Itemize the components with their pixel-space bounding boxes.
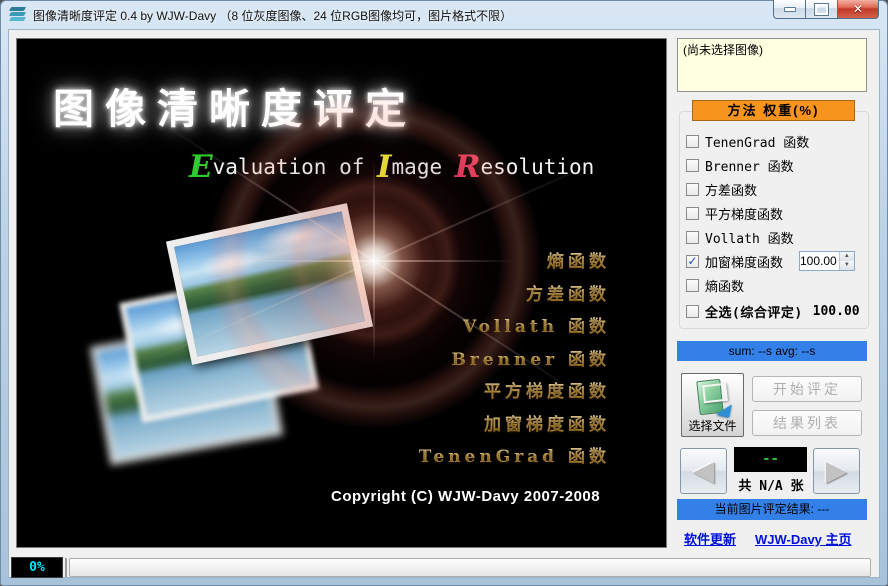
sum-avg-bar: sum: --s avg: --s	[677, 341, 867, 361]
checkbox-brenner[interactable]	[686, 159, 699, 172]
method-row: ✓ 加窗梯度函数	[686, 253, 783, 269]
image-count-label: 共 N/A 张	[730, 475, 812, 494]
sharp-photo-front	[166, 203, 373, 365]
checkbox-entropy[interactable]	[686, 279, 699, 292]
arrow-left-icon: ◀	[693, 457, 715, 485]
image-display: 图像清晰度评定 Evaluation of Image Resolution 熵…	[16, 38, 667, 548]
results-list-button[interactable]: 结果列表	[752, 410, 862, 436]
title-bar[interactable]: 图像清晰度评定 0.4 by WJW-Davy （8 位灰度图像、24 位RGB…	[0, 0, 888, 29]
function-item: TenenGrad 函数	[419, 441, 610, 474]
app-icon	[10, 7, 27, 22]
image-info-box: (尚未选择图像)	[677, 38, 867, 92]
weight-spinner[interactable]: 100.00 ▲ ▼	[799, 251, 855, 271]
image-index-lcd: --	[734, 447, 807, 472]
open-folder-icon	[694, 378, 732, 416]
close-icon: ✕	[853, 2, 863, 16]
method-label: TenenGrad 函数	[705, 132, 809, 151]
select-all-row: 全选(综合评定) 100.00	[686, 303, 860, 319]
next-image-button[interactable]: ▶	[813, 448, 860, 494]
select-all-value: 100.00	[813, 304, 860, 319]
start-evaluation-button[interactable]: 开始评定	[752, 376, 862, 402]
method-row: Vollath 函数	[686, 229, 794, 245]
close-button[interactable]: ✕	[837, 0, 879, 19]
method-label: 平方梯度函数	[705, 204, 783, 223]
progress-percent: 0%	[11, 557, 63, 578]
previous-image-button[interactable]: ◀	[680, 448, 727, 494]
checkbox-variance[interactable]	[686, 183, 699, 196]
subtitle-text: mage	[392, 155, 455, 179]
function-item: 熵函数	[419, 246, 610, 279]
method-weight-header[interactable]: 方法 权重(%)	[692, 100, 855, 121]
select-file-button[interactable]: 选择文件	[681, 373, 744, 437]
subtitle-text: valuation of	[213, 155, 377, 179]
subtitle-cap-i: I	[377, 149, 392, 185]
spin-down-icon[interactable]: ▼	[840, 261, 854, 270]
minimize-button[interactable]	[773, 0, 805, 19]
function-item: 平方梯度函数	[419, 376, 610, 409]
method-label: Brenner 函数	[705, 156, 794, 175]
statusbar-divider	[65, 558, 67, 577]
weight-value[interactable]: 100.00	[800, 252, 839, 270]
function-item: 方差函数	[419, 279, 610, 312]
function-item: Vollath 函数	[419, 311, 610, 344]
subtitle-cap-e: E	[189, 149, 213, 185]
maximize-button[interactable]	[805, 0, 837, 19]
splash-title: 图像清晰度评定	[53, 75, 417, 135]
homepage-link[interactable]: WJW-Davy 主页	[755, 529, 852, 548]
progress-bar	[69, 558, 871, 577]
method-row: 方差函数	[686, 181, 757, 197]
method-row: 熵函数	[686, 277, 744, 293]
minimize-icon	[784, 7, 796, 12]
function-item: Brenner 函数	[419, 344, 610, 377]
checkbox-select-all[interactable]	[686, 305, 699, 318]
method-label: 方差函数	[705, 180, 757, 199]
checkbox-tenengrad[interactable]	[686, 135, 699, 148]
checkbox-squared-gradient[interactable]	[686, 207, 699, 220]
splash-subtitle: Evaluation of Image Resolution	[189, 149, 594, 185]
method-label: Vollath 函数	[705, 228, 794, 247]
window-title: 图像清晰度评定 0.4 by WJW-Davy （8 位灰度图像、24 位RGB…	[33, 7, 512, 24]
checkbox-windowed-gradient[interactable]: ✓	[686, 255, 699, 268]
application-window: 图像清晰度评定 0.4 by WJW-Davy （8 位灰度图像、24 位RGB…	[0, 0, 888, 586]
method-row: Brenner 函数	[686, 157, 794, 173]
window-controls: ✕	[773, 0, 879, 19]
method-row: 平方梯度函数	[686, 205, 783, 221]
function-item: 加窗梯度函数	[419, 409, 610, 442]
function-list: 熵函数 方差函数 Vollath 函数 Brenner 函数 平方梯度函数 加窗…	[419, 246, 610, 474]
lens-flare-streak	[373, 161, 375, 361]
method-label: 加窗梯度函数	[705, 252, 783, 271]
select-all-label: 全选(综合评定)	[705, 302, 803, 321]
spinner-buttons: ▲ ▼	[839, 252, 854, 270]
method-label: 熵函数	[705, 276, 744, 295]
select-file-label: 选择文件	[682, 417, 743, 434]
subtitle-text: esolution	[481, 155, 595, 179]
software-update-link[interactable]: 软件更新	[684, 529, 736, 548]
maximize-icon	[815, 4, 828, 15]
copyright-text: Copyright (C) WJW-Davy 2007-2008	[331, 488, 600, 505]
spin-up-icon[interactable]: ▲	[840, 252, 854, 261]
checkbox-vollath[interactable]	[686, 231, 699, 244]
arrow-right-icon: ▶	[826, 457, 848, 485]
current-result-bar: 当前图片评定结果: ---	[677, 499, 867, 520]
method-row: TenenGrad 函数	[686, 133, 809, 149]
subtitle-cap-r: R	[455, 149, 481, 185]
